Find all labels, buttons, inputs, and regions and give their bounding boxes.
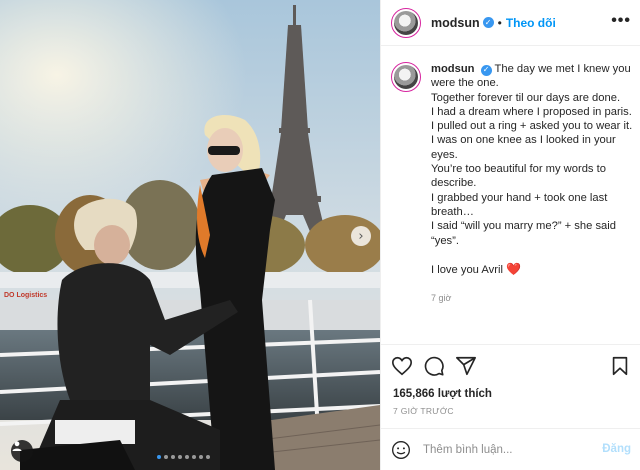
caption: modsun ✓ The day we met I knew you were … — [391, 62, 636, 306]
photo-scene: DO Logistics — [0, 0, 380, 470]
carousel-dot — [164, 455, 168, 459]
caption-timestamp[interactable]: 7 giờ — [431, 291, 636, 305]
carousel-dot — [185, 455, 189, 459]
post-comment-button[interactable]: Đăng — [602, 443, 631, 455]
carousel-dot — [178, 455, 182, 459]
carousel-dot — [199, 455, 203, 459]
post-timestamp[interactable]: 7 GIỜ TRƯỚC — [393, 406, 454, 416]
emoji-icon[interactable] — [391, 440, 411, 460]
username-link[interactable]: modsun — [431, 16, 480, 30]
carousel-dot — [157, 455, 161, 459]
carousel-dot — [192, 455, 196, 459]
action-bar — [381, 344, 640, 384]
caption-line: I love you Avril — [431, 264, 503, 277]
separator-dot: • — [497, 15, 502, 30]
verified-badge-icon: ✓ — [480, 64, 492, 76]
comment-icon[interactable] — [423, 355, 445, 377]
carousel-dots — [157, 455, 210, 459]
comment-input[interactable] — [423, 443, 583, 456]
chevron-right-icon[interactable]: › — [351, 226, 371, 246]
like-count[interactable]: 165,866 lượt thích — [393, 388, 492, 400]
post-panel: modsun ✓ • Theo dõi ••• modsun ✓ The day… — [380, 0, 640, 470]
caption-line: You’re too beautiful for my words to des… — [431, 163, 606, 190]
carousel-dot — [171, 455, 175, 459]
caption-line: I grabbed your hand + took one last brea… — [431, 191, 608, 218]
verified-badge-icon: ✓ — [482, 17, 494, 28]
more-options-icon[interactable]: ••• — [611, 13, 631, 29]
red-heart-emoji: ❤️ — [506, 262, 521, 277]
share-icon[interactable] — [455, 355, 477, 377]
comment-bar: Đăng — [381, 428, 640, 470]
caption-line: I had a dream where I proposed in paris. — [431, 105, 632, 118]
caption-line: I pulled out a ring + asked you to wear … — [431, 120, 633, 133]
post-header: modsun ✓ • Theo dõi ••• — [381, 0, 640, 46]
follow-button[interactable]: Theo dõi — [506, 16, 556, 30]
avatar[interactable] — [391, 7, 421, 38]
caption-text: modsun ✓ The day we met I knew you were … — [431, 62, 636, 306]
caption-line: Together forever til our days are done. — [431, 91, 621, 104]
person-tag-icon[interactable] — [11, 440, 33, 462]
bookmark-icon[interactable] — [609, 355, 631, 377]
caption-avatar[interactable] — [391, 62, 421, 92]
svg-text:DO Logistics: DO Logistics — [4, 292, 47, 299]
post-photo[interactable]: DO Logistics › — [0, 0, 380, 470]
heart-icon[interactable] — [391, 355, 413, 377]
caption-line: I said “will you marry me?” + she said “… — [431, 220, 616, 247]
caption-username[interactable]: modsun — [431, 63, 475, 75]
carousel-dot — [206, 455, 210, 459]
caption-line: I was on one knee as I looked in your ey… — [431, 134, 616, 161]
